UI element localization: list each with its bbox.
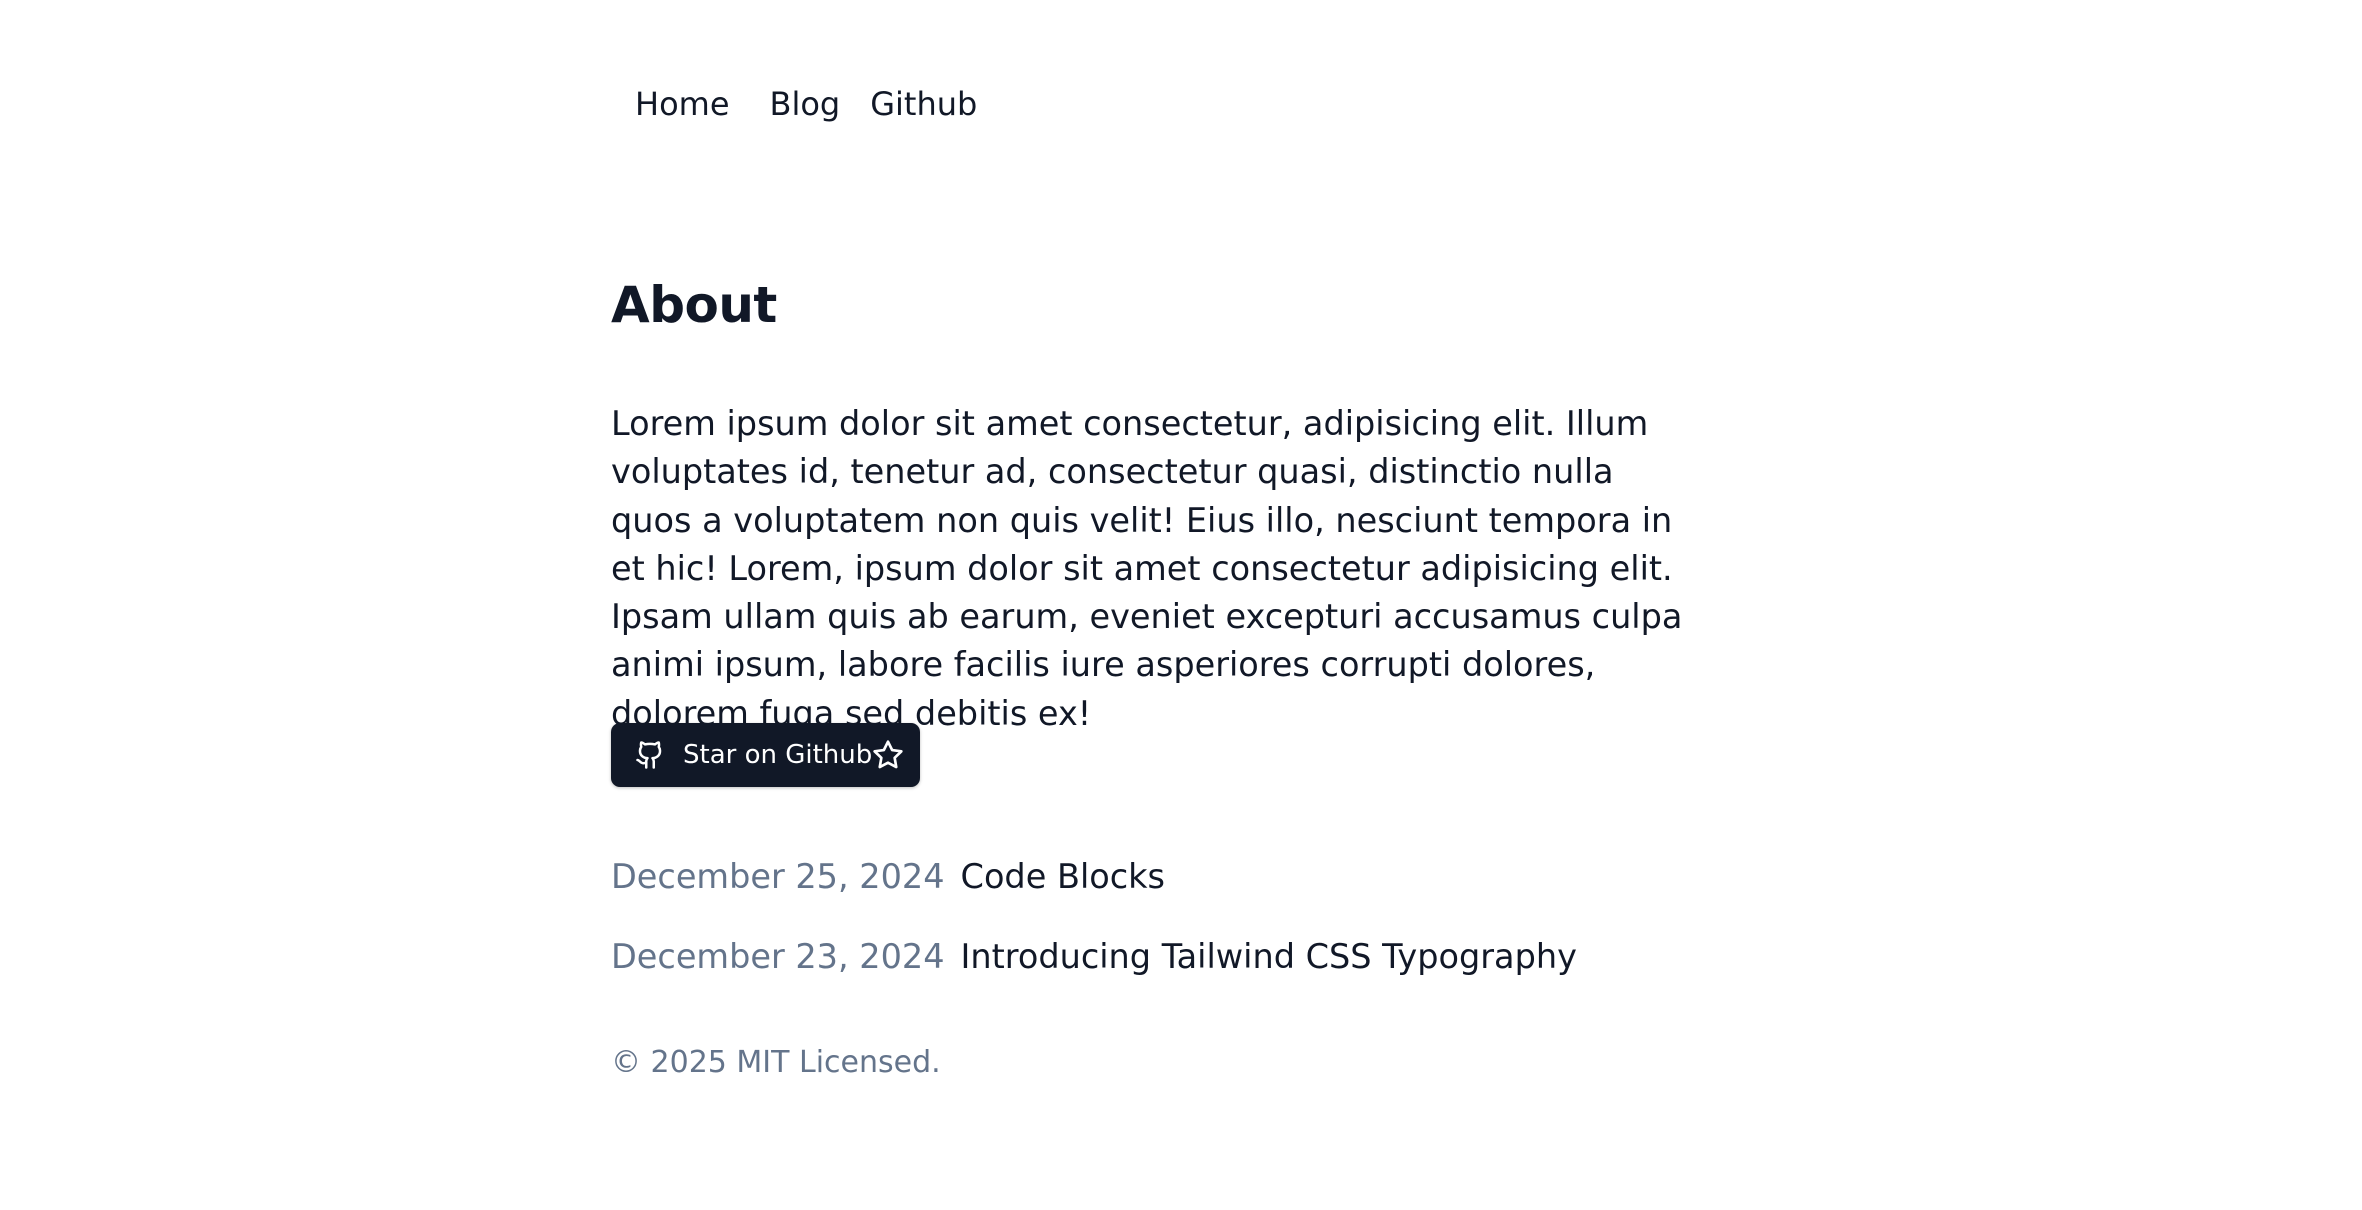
page-title: About (611, 276, 777, 334)
page: Home Blog Github About Lorem ipsum dolor… (0, 0, 2362, 1210)
about-paragraph: Lorem ipsum dolor sit amet consectetur, … (611, 404, 1683, 733)
post-date: December 23, 2024 (611, 936, 945, 976)
post-list-item: December 25, 2024 Code Blocks (611, 848, 1577, 904)
post-list-item: December 23, 2024 Introducing Tailwind C… (611, 928, 1577, 984)
nav-blog-link[interactable]: Blog (770, 79, 841, 129)
star-button-label: Star on Github (683, 740, 873, 770)
post-title-link[interactable]: Code Blocks (961, 857, 1165, 896)
github-icon (635, 740, 665, 770)
nav-github-link[interactable]: Github (870, 79, 977, 129)
star-icon (872, 739, 904, 771)
star-on-github-button[interactable]: Star on Github (611, 723, 920, 787)
nav-home-link[interactable]: Home (635, 79, 730, 129)
post-list: December 25, 2024 Code Blocks December 2… (611, 848, 1577, 1008)
post-date: December 25, 2024 (611, 856, 945, 896)
top-nav: Home Blog Github (635, 79, 977, 129)
footer-license: © 2025 MIT Licensed. (611, 1045, 941, 1080)
post-title-link[interactable]: Introducing Tailwind CSS Typography (961, 937, 1577, 976)
